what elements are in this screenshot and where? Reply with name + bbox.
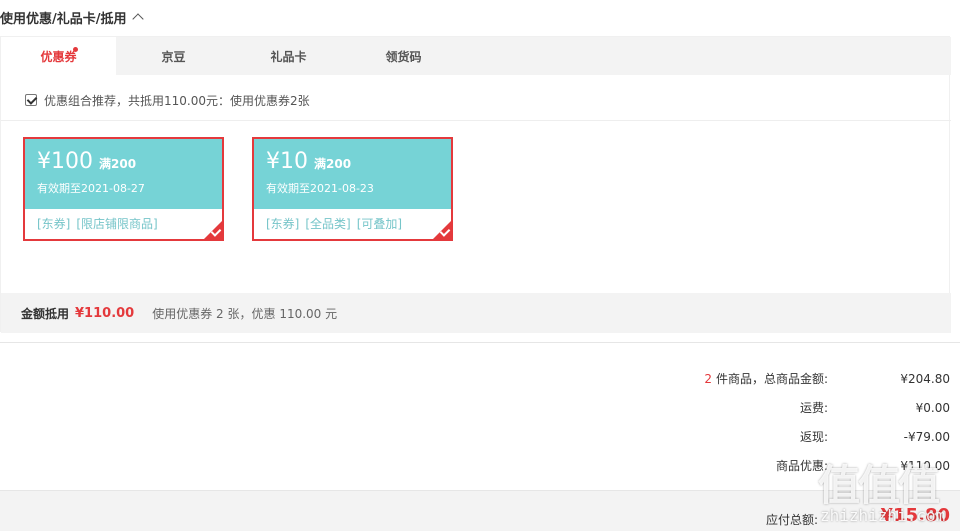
coupon-amount: ¥10 (266, 149, 308, 174)
tab-bar: 优惠券 京豆 礼品卡 领货码 (1, 37, 951, 75)
coupon-top: ¥10 满200 有效期至2021-08-23 (254, 139, 451, 209)
chevron-up-icon[interactable] (133, 12, 143, 22)
tab-coupons[interactable]: 优惠券 (1, 37, 116, 75)
coupon-amount-row: ¥10 满200 (266, 149, 439, 177)
coupon-expiry: 有效期至2021-08-27 (37, 182, 145, 195)
divider (1, 120, 951, 121)
coupon-card[interactable]: ¥10 满200 有效期至2021-08-23 [东券] [全品类] [可叠加] (252, 137, 453, 241)
totals-row-cashback: 返现: -¥79.00 (630, 422, 950, 451)
coupon-tag: [可叠加] (356, 217, 403, 231)
coupon-panel: 优惠券 京豆 礼品卡 领货码 优惠组合推荐，共抵用110.00元：使用优惠券2张… (0, 36, 951, 333)
tab-label: 领货码 (385, 49, 422, 64)
divider (0, 342, 960, 343)
tab-jingdou[interactable]: 京豆 (116, 37, 231, 75)
tab-label: 京豆 (161, 49, 186, 64)
coupon-tag: [东券] (37, 217, 71, 231)
totals-row-goods: 2 件商品，总商品金额: ¥204.80 (630, 364, 950, 393)
summary-detail: 使用优惠券 2 张，优惠 110.00 元 (152, 306, 338, 321)
item-count: 2 (704, 372, 712, 386)
tab-label: 优惠券 (40, 49, 77, 64)
coupon-expiry: 有效期至2021-08-23 (266, 182, 374, 195)
coupon-tags: [东券] [全品类] [可叠加] (254, 209, 451, 238)
tab-label: 礼品卡 (270, 49, 307, 64)
order-totals: 2 件商品，总商品金额: ¥204.80 运费: ¥0.00 返现: -¥79.0… (630, 364, 950, 480)
discount-value: ¥110.00 (900, 458, 950, 473)
shipping-label: 运费: (799, 401, 828, 415)
coupon-condition: 满200 (314, 157, 352, 171)
coupon-tags: [东券] [限店铺限商品] (25, 209, 222, 238)
section-title: 使用优惠/礼品卡/抵用 (0, 11, 127, 27)
coupon-tag: [东券] (266, 217, 300, 231)
recommend-checkbox[interactable] (25, 94, 37, 106)
section-header[interactable]: 使用优惠/礼品卡/抵用 (0, 6, 143, 28)
goods-label: 件商品，总商品金额: (715, 372, 828, 386)
payable-value: ¥15.80 (880, 505, 950, 526)
coupon-condition: 满200 (99, 157, 137, 171)
coupon-amount-row: ¥100 满200 (37, 149, 210, 177)
recommend-combo[interactable]: 优惠组合推荐，共抵用110.00元：使用优惠券2张 (25, 91, 310, 109)
payable-label: 应付总额: (765, 513, 818, 527)
payable-bar: 应付总额: ¥15.80 (0, 490, 960, 531)
coupon-tag: [全品类] (305, 217, 351, 231)
summary-price: ¥110.00 (75, 305, 135, 321)
notification-dot (73, 47, 78, 52)
shipping-value: ¥0.00 (915, 400, 950, 415)
coupon-card[interactable]: ¥100 满200 有效期至2021-08-27 [东券] [限店铺限商品] (23, 137, 224, 241)
totals-row-discount: 商品优惠: ¥110.00 (630, 451, 950, 480)
goods-label-wrap: 2 件商品，总商品金额: (704, 370, 828, 387)
coupon-top: ¥100 满200 有效期至2021-08-27 (25, 139, 222, 209)
summary-label: 金额抵用 (21, 306, 70, 321)
tab-gift-card[interactable]: 礼品卡 (231, 37, 346, 75)
discount-label: 商品优惠: (775, 459, 828, 473)
cashback-value: -¥79.00 (903, 429, 950, 444)
tab-pickup-code[interactable]: 领货码 (346, 37, 461, 75)
totals-row-shipping: 运费: ¥0.00 (630, 393, 950, 422)
discount-summary: 金额抵用 ¥110.00 使用优惠券 2 张，优惠 110.00 元 (1, 293, 951, 333)
cashback-label: 返现: (799, 430, 828, 444)
coupon-tag: [限店铺限商品] (76, 217, 158, 231)
recommend-text: 优惠组合推荐，共抵用110.00元：使用优惠券2张 (44, 93, 310, 108)
coupon-amount: ¥100 (37, 149, 93, 174)
goods-value: ¥204.80 (900, 371, 950, 386)
